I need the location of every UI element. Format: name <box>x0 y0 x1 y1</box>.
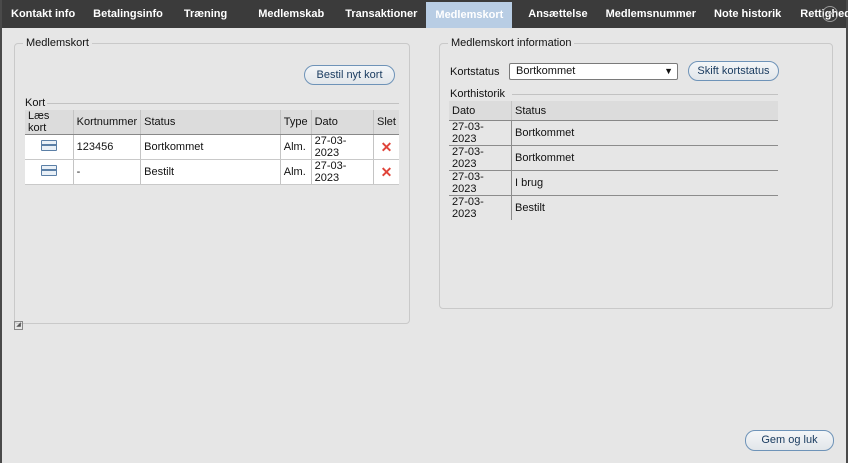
read-card-cell[interactable] <box>25 159 74 185</box>
type-cell: Alm. <box>280 159 312 185</box>
card-table: Læs kort Kortnummer Status Type Dato Sle… <box>25 110 399 185</box>
section-label-kort: Kort <box>25 97 46 109</box>
date-cell: 27-03-2023 <box>311 134 375 160</box>
tab-note-historik[interactable]: Note historik <box>705 0 790 28</box>
column-header[interactable]: Type <box>280 110 312 135</box>
tab-kontakt-info[interactable]: Kontakt info <box>2 0 84 28</box>
delete-cell[interactable]: ✕ <box>373 159 399 185</box>
kortstatus-selected-value: Bortkommet <box>516 65 576 77</box>
kortstatus-label: Kortstatus <box>450 66 500 78</box>
change-card-status-button[interactable]: Skift kortstatus <box>688 61 779 81</box>
column-header[interactable]: Slet <box>373 110 399 135</box>
history-status-cell: Bortkommet <box>511 120 778 146</box>
more-options-icon[interactable]: ••• <box>822 6 838 22</box>
delete-x-icon[interactable]: ✕ <box>381 164 393 180</box>
table-row[interactable]: 27-03-2023 I brug <box>449 170 778 196</box>
group-title: Medlemskort information <box>448 37 575 49</box>
card-reader-icon[interactable] <box>40 165 57 176</box>
tab-rettigheder[interactable]: Rettigheder <box>790 0 848 28</box>
tab-medlemskort[interactable]: Medlemskort <box>426 2 513 28</box>
table-row[interactable]: 27-03-2023 Bestilt <box>449 195 778 220</box>
kortstatus-select[interactable]: Bortkommet ▼ <box>509 63 678 80</box>
table-row[interactable]: - Bestilt Alm. 27-03-2023 ✕ <box>25 159 399 185</box>
tab-bar: Kontakt info Betalingsinfo Træning Medle… <box>2 0 848 28</box>
column-header[interactable]: Kortnummer <box>73 110 142 135</box>
section-divider <box>47 103 399 104</box>
section-divider <box>512 94 778 95</box>
history-date-cell: 27-03-2023 <box>449 170 512 196</box>
history-date-cell: 27-03-2023 <box>449 120 512 146</box>
read-card-cell[interactable] <box>25 134 74 160</box>
group-title: Medlemskort <box>23 37 92 49</box>
column-header[interactable]: Status <box>511 101 778 121</box>
resize-handle-icon[interactable]: ◢ <box>14 321 23 330</box>
history-status-cell: Bestilt <box>511 195 778 220</box>
card-number-cell: 123456 <box>73 134 142 160</box>
table-row[interactable]: 27-03-2023 Bortkommet <box>449 120 778 146</box>
section-label-korthistorik: Korthistorik <box>450 88 506 100</box>
table-row[interactable]: 123456 Bortkommet Alm. 27-03-2023 ✕ <box>25 134 399 160</box>
medlemskort-group: Medlemskort Bestil nyt kort Kort Læs kor… <box>14 37 410 324</box>
table-header-row: Dato Status <box>449 101 778 121</box>
table-header-row: Læs kort Kortnummer Status Type Dato Sle… <box>25 110 399 135</box>
tab-ansaettelse[interactable]: Ansættelse <box>512 0 596 28</box>
history-table: Dato Status 27-03-2023 Bortkommet 27-03-… <box>449 101 778 220</box>
column-header[interactable]: Status <box>140 110 281 135</box>
save-and-close-button[interactable]: Gem og luk <box>745 430 834 451</box>
medlemskort-information-group: Medlemskort information Kortstatus Bortk… <box>439 37 833 309</box>
tab-medlemskab[interactable]: Medlemskab <box>249 0 336 28</box>
history-status-cell: I brug <box>511 170 778 196</box>
tab-transaktioner[interactable]: Transaktioner <box>336 0 426 28</box>
column-header[interactable]: Læs kort <box>25 110 74 135</box>
tab-betalingsinfo[interactable]: Betalingsinfo <box>84 0 172 28</box>
column-header[interactable]: Dato <box>449 101 512 121</box>
column-header[interactable]: Dato <box>311 110 375 135</box>
member-window: Kontakt info Betalingsinfo Træning Medle… <box>2 0 848 463</box>
history-date-cell: 27-03-2023 <box>449 195 512 220</box>
card-number-cell: - <box>73 159 142 185</box>
status-cell: Bortkommet <box>140 134 281 160</box>
status-cell: Bestilt <box>140 159 281 185</box>
delete-x-icon[interactable]: ✕ <box>381 139 393 155</box>
history-status-cell: Bortkommet <box>511 145 778 171</box>
tab-traening[interactable]: Træning <box>172 0 249 28</box>
date-cell: 27-03-2023 <box>311 159 375 185</box>
table-row[interactable]: 27-03-2023 Bortkommet <box>449 145 778 171</box>
chevron-down-icon: ▼ <box>664 66 673 76</box>
type-cell: Alm. <box>280 134 312 160</box>
history-date-cell: 27-03-2023 <box>449 145 512 171</box>
delete-cell[interactable]: ✕ <box>373 134 399 160</box>
card-reader-icon[interactable] <box>40 140 57 151</box>
order-new-card-button[interactable]: Bestil nyt kort <box>304 65 395 85</box>
tab-medlemsnummer[interactable]: Medlemsnummer <box>597 0 705 28</box>
